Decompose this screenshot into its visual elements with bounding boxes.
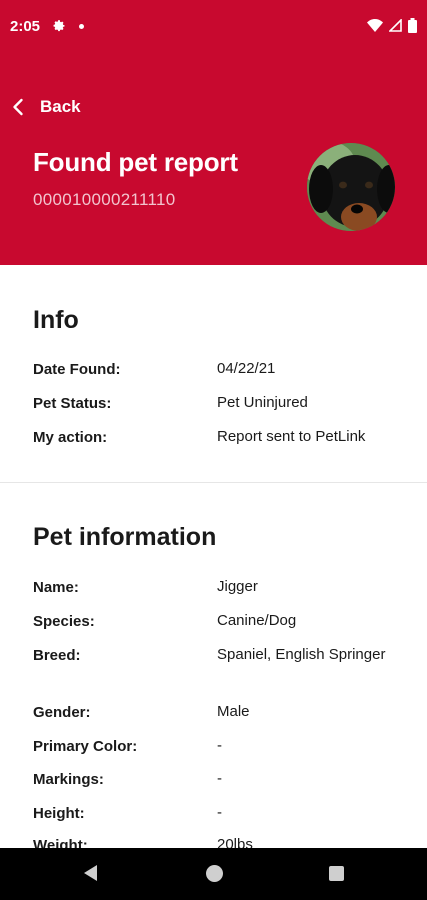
info-section-title: Info [33, 306, 79, 334]
pet-info-value: Male [217, 703, 250, 720]
info-label: My action: [33, 429, 108, 446]
battery-icon [408, 18, 417, 33]
pet-info-label: Primary Color: [33, 738, 138, 755]
signal-icon [389, 19, 402, 32]
nav-recents-icon[interactable] [329, 866, 344, 881]
pet-information-section: Pet information Name: Jigger Species: Ca… [0, 483, 427, 848]
wifi-icon [367, 19, 383, 32]
info-label: Pet Status: [33, 395, 112, 412]
pet-info-value: - [217, 804, 222, 821]
back-button[interactable]: Back [10, 92, 81, 122]
pet-info-label: Height: [33, 805, 85, 822]
pet-info-value: Spaniel, English Springer [217, 646, 386, 663]
info-value: Pet Uninjured [217, 394, 308, 411]
status-time: 2:05 [10, 18, 41, 35]
nav-home-icon[interactable] [206, 865, 223, 882]
report-header: 2:05 Back Found pet report 0000100002111… [0, 0, 427, 265]
info-value: 04/22/21 [217, 360, 276, 377]
settings-gear-icon [53, 20, 65, 32]
pet-info-label: Weight: [33, 837, 88, 848]
pet-info-label: Markings: [33, 771, 104, 788]
pet-info-label: Breed: [33, 647, 81, 664]
dog-photo [307, 143, 395, 231]
pet-info-value: - [217, 770, 222, 787]
pet-info-value: Canine/Dog [217, 612, 297, 629]
pet-info-value: Jigger [217, 578, 258, 595]
info-section: Info Date Found: 04/22/21 Pet Status: Pe… [0, 265, 427, 482]
nav-back-icon[interactable] [82, 864, 98, 882]
pet-info-label: Gender: [33, 704, 91, 721]
back-label: Back [40, 97, 81, 116]
pet-info-value: 20lbs [217, 836, 253, 848]
status-icons [367, 18, 417, 33]
chevron-left-icon [13, 98, 23, 116]
pet-info-value: - [217, 737, 222, 754]
info-value: Report sent to PetLink [217, 428, 366, 445]
pet-avatar[interactable] [307, 143, 395, 231]
report-id: 000010000211110 [33, 190, 176, 209]
notification-dot-icon [79, 24, 84, 29]
pet-information-title: Pet information [33, 523, 217, 551]
system-navigation-bar [0, 848, 427, 900]
status-bar: 2:05 [0, 0, 427, 56]
pet-info-label: Name: [33, 579, 79, 596]
pet-info-label: Species: [33, 613, 95, 630]
info-label: Date Found: [33, 361, 121, 378]
page-title: Found pet report [33, 147, 238, 177]
